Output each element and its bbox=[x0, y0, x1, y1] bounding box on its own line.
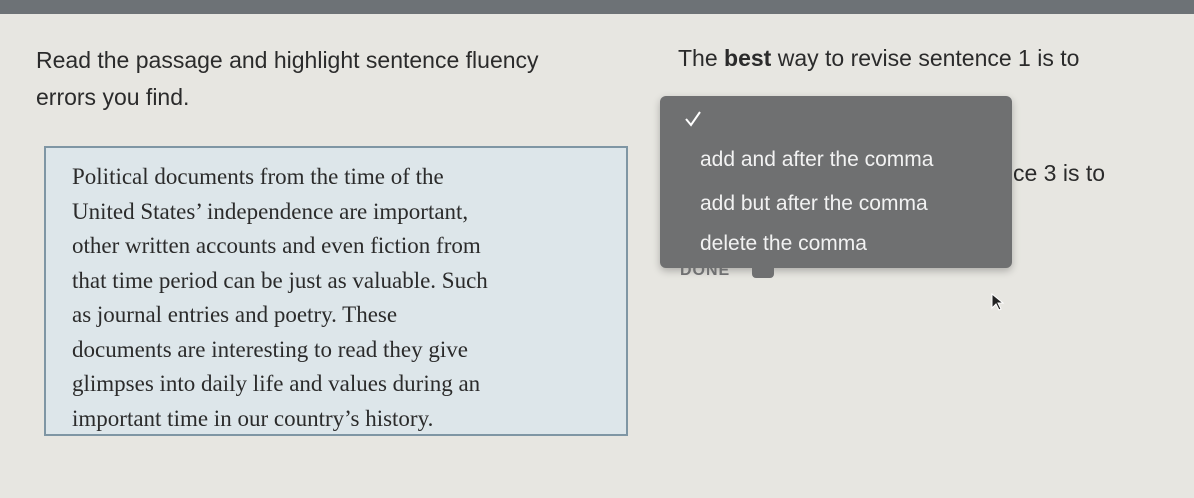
passage-line[interactable]: glimpses into daily life and values duri… bbox=[72, 367, 642, 402]
question-emphasis: best bbox=[724, 45, 772, 71]
passage-line[interactable]: as journal entries and poetry. These bbox=[72, 298, 642, 333]
passage-line[interactable]: other written accounts and even fiction … bbox=[72, 229, 642, 264]
question-prompt: The best way to revise sentence 1 is to bbox=[678, 42, 1178, 74]
done-label: DONE bbox=[680, 268, 731, 279]
passage-line[interactable]: that time period can be just as valuable… bbox=[72, 264, 642, 299]
question-text-before: The bbox=[678, 45, 725, 71]
mouse-cursor-icon bbox=[991, 292, 1004, 311]
passage-text: Political documents from the time of the… bbox=[72, 160, 642, 436]
instructions-line-1: Read the passage and highlight sentence … bbox=[36, 47, 539, 73]
instructions: Read the passage and highlight sentence … bbox=[36, 42, 636, 116]
passage-line[interactable]: United States’ independence are importan… bbox=[72, 195, 642, 230]
instructions-line-2: errors you find. bbox=[36, 84, 190, 110]
chevron-down-icon bbox=[752, 268, 774, 278]
dropdown-option-but[interactable]: add but after the comma bbox=[700, 192, 928, 216]
passage-line[interactable]: documents are interesting to read they g… bbox=[72, 333, 642, 368]
checkmark-icon bbox=[685, 111, 701, 127]
passage-line[interactable]: important time in our country’s history. bbox=[72, 402, 642, 437]
passage-line[interactable]: Political documents from the time of the bbox=[72, 160, 642, 195]
dropdown-option-and[interactable]: add and after the comma bbox=[700, 148, 933, 172]
answer-dropdown[interactable]: add and after the comma add but after th… bbox=[660, 96, 1012, 268]
question-text-after: way to revise sentence 1 is to bbox=[771, 45, 1080, 71]
passage-box: Political documents from the time of the… bbox=[44, 146, 628, 436]
done-button[interactable]: DONE bbox=[668, 268, 786, 284]
dropdown-option-delete[interactable]: delete the comma bbox=[700, 232, 867, 256]
question-tail-text: ce 3 is to bbox=[1013, 160, 1106, 186]
top-bar bbox=[0, 0, 1194, 14]
